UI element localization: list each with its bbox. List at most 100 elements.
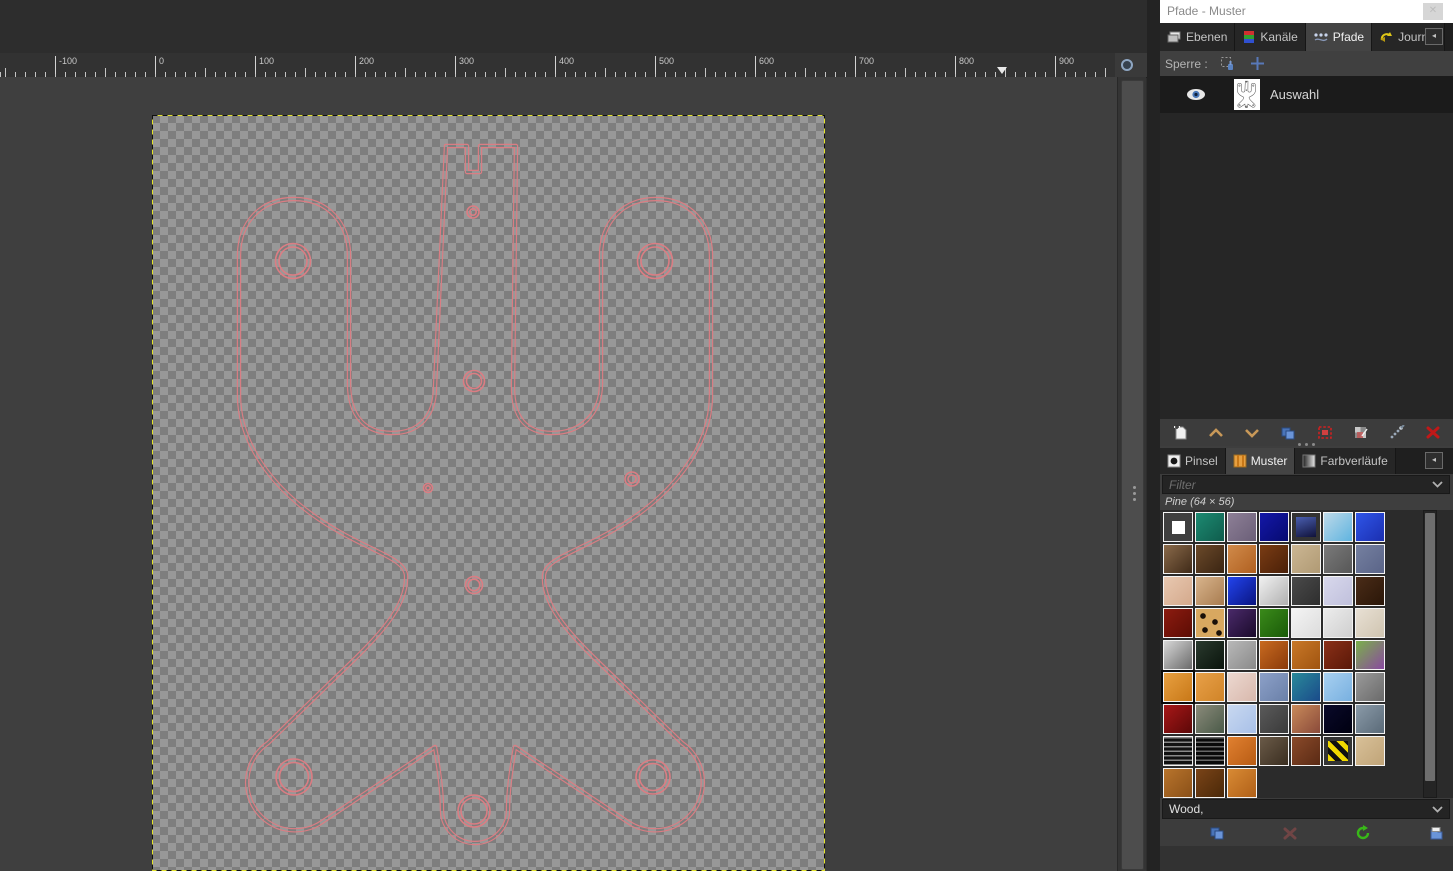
path-name[interactable]: Auswahl [1270,87,1319,102]
raise-path-button[interactable] [1206,423,1226,443]
new-path-button[interactable] [1170,423,1190,443]
pattern-swatch[interactable] [1195,736,1225,766]
delete-pattern-button[interactable] [1280,823,1300,843]
pattern-swatch[interactable] [1291,576,1321,606]
pattern-swatch[interactable] [1323,608,1353,638]
path-thumbnail[interactable] [1234,79,1260,110]
pattern-swatch[interactable] [1163,736,1193,766]
pattern-swatch[interactable] [1355,544,1385,574]
tab-pinsel[interactable]: Pinsel [1160,448,1226,474]
pattern-swatch[interactable] [1195,512,1225,542]
canvas-vertical-scrollbar[interactable] [1117,77,1146,871]
pattern-swatch[interactable] [1323,544,1353,574]
pattern-swatch[interactable] [1355,672,1385,702]
pattern-swatch[interactable] [1163,512,1193,542]
pattern-swatch[interactable] [1163,576,1193,606]
tab-kanäle[interactable]: Kanäle [1235,23,1305,51]
lock-pixels-icon[interactable] [1218,54,1238,74]
tab-ebenen[interactable]: Ebenen [1160,23,1235,51]
scrollbar-thumb[interactable] [1121,80,1144,870]
pattern-swatch[interactable] [1163,608,1193,638]
pattern-swatch[interactable] [1291,512,1321,542]
layer-with-path[interactable] [152,115,825,871]
pattern-swatch[interactable] [1163,672,1193,702]
pattern-swatch[interactable] [1291,736,1321,766]
pattern-swatch[interactable] [1259,704,1289,734]
pattern-swatch[interactable] [1259,576,1289,606]
duplicate-path-button[interactable] [1278,423,1298,443]
pattern-swatch[interactable] [1227,768,1257,798]
pattern-swatch[interactable] [1355,736,1385,766]
eye-icon[interactable] [1186,85,1206,105]
pane-splitter-grip[interactable] [1131,483,1137,503]
open-pattern-button[interactable] [1426,823,1446,843]
delete-path-button[interactable] [1423,423,1443,443]
pattern-swatch[interactable] [1355,608,1385,638]
stroke-path-button[interactable] [1387,423,1407,443]
pattern-swatch[interactable] [1259,736,1289,766]
chevron-down-icon[interactable] [1432,481,1443,488]
path-list-item[interactable]: Auswahl [1160,76,1453,113]
pattern-swatch[interactable] [1195,544,1225,574]
pattern-swatch[interactable] [1355,704,1385,734]
pattern-swatch[interactable] [1195,768,1225,798]
pattern-swatch[interactable] [1195,640,1225,670]
scrollbar-thumb[interactable] [1425,513,1435,781]
pattern-swatch[interactable] [1259,672,1289,702]
tab-farbverläufe[interactable]: Farbverläufe [1295,448,1395,474]
filter-input[interactable]: Filter [1162,475,1450,494]
selection-to-path-button[interactable] [1351,423,1371,443]
pattern-swatch[interactable] [1323,704,1353,734]
pattern-swatch[interactable] [1355,512,1385,542]
pattern-swatch[interactable] [1259,544,1289,574]
tab-menu-button-2[interactable]: ◂ [1425,452,1443,469]
pattern-swatch[interactable] [1259,640,1289,670]
pattern-swatch[interactable] [1323,640,1353,670]
titlebar-button[interactable]: ✕ [1423,3,1443,20]
pattern-swatch[interactable] [1163,704,1193,734]
pattern-swatch[interactable] [1227,576,1257,606]
pattern-swatch[interactable] [1163,640,1193,670]
tag-filter-input[interactable]: Wood, [1162,799,1450,819]
pattern-swatch[interactable] [1195,608,1225,638]
pattern-swatch[interactable] [1163,768,1193,798]
refresh-patterns-button[interactable] [1353,823,1373,843]
pattern-swatch[interactable] [1355,640,1385,670]
pattern-swatch[interactable] [1227,512,1257,542]
image-canvas[interactable] [0,77,1117,871]
lock-position-icon[interactable] [1248,54,1268,74]
pattern-swatch[interactable] [1163,544,1193,574]
pattern-swatch[interactable] [1227,672,1257,702]
pattern-swatch[interactable] [1227,544,1257,574]
pattern-swatch[interactable] [1291,608,1321,638]
lower-path-button[interactable] [1242,423,1262,443]
ruler-corner-button[interactable] [1115,53,1147,78]
path-to-selection-button[interactable] [1315,423,1335,443]
pattern-swatch[interactable] [1227,736,1257,766]
chevron-down-icon[interactable] [1432,806,1443,813]
pattern-swatch[interactable] [1291,544,1321,574]
pattern-swatch[interactable] [1195,576,1225,606]
pattern-swatch[interactable] [1291,672,1321,702]
dock-titlebar[interactable]: Pfade - Muster ✕ [1160,0,1453,23]
pattern-swatch[interactable] [1195,672,1225,702]
pattern-swatch[interactable] [1227,640,1257,670]
pattern-swatch[interactable] [1323,512,1353,542]
tab-pfade[interactable]: Pfade [1306,23,1372,51]
pattern-swatch[interactable] [1259,512,1289,542]
pattern-swatch[interactable] [1195,704,1225,734]
horizontal-ruler[interactable]: -1000100200300400500600700800900 [0,53,1115,78]
pattern-grid-scrollbar[interactable] [1423,510,1437,798]
pattern-swatch[interactable] [1227,608,1257,638]
pattern-swatch[interactable] [1227,704,1257,734]
pattern-swatch[interactable] [1323,576,1353,606]
tab-muster[interactable]: Muster [1226,448,1296,474]
tab-menu-button[interactable]: ◂ [1425,28,1443,45]
pattern-swatch[interactable] [1323,736,1353,766]
pattern-swatch[interactable] [1291,640,1321,670]
pattern-swatch[interactable] [1323,672,1353,702]
duplicate-pattern-button[interactable] [1207,823,1227,843]
pattern-swatch[interactable] [1355,576,1385,606]
path-list-empty-area[interactable] [1160,113,1453,419]
pattern-swatch[interactable] [1259,608,1289,638]
